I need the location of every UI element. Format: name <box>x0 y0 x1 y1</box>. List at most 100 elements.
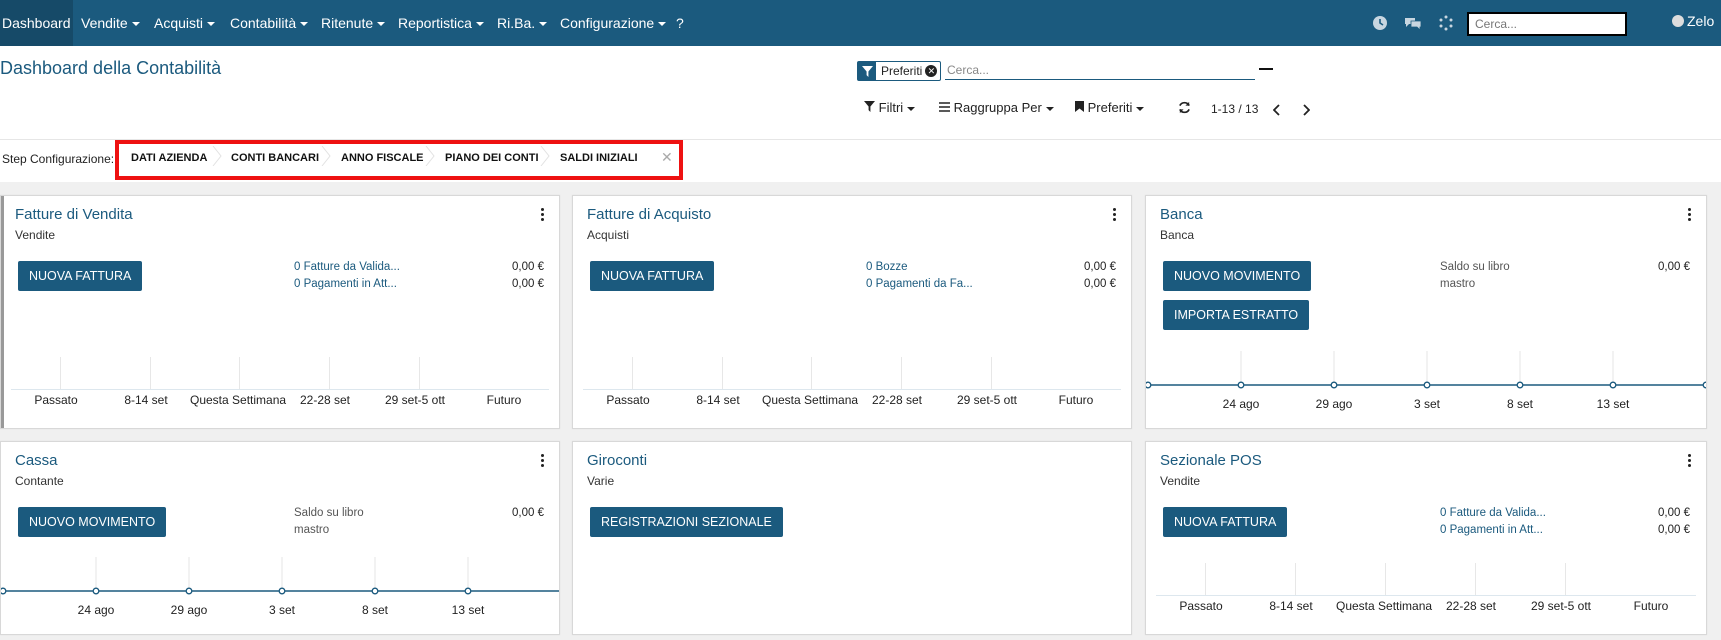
user-menu[interactable]: Zelo <box>1672 13 1714 29</box>
bar-chart: Passato 8-14 set Questa Settimana 22-28 set… <box>1156 563 1696 627</box>
bookmark-icon <box>1075 101 1084 112</box>
nav-help-label: ? <box>676 15 684 31</box>
bar-chart: Passato 8-14 set Questa Settimana 22-28 set… <box>583 357 1121 421</box>
filters-label: Filtri <box>878 100 904 115</box>
card-title[interactable]: Fatture di Vendita <box>15 206 133 223</box>
chart-tick-label: 29 ago <box>170 603 208 617</box>
config-steps-bar: Step Configurazione: DATI AZIENDA CONTI … <box>0 139 1721 183</box>
step-anno-fiscale[interactable]: ANNO FISCALE <box>341 152 424 164</box>
stat-link[interactable]: 0 Fatture da Valida... <box>294 261 400 273</box>
chart-gridline <box>329 357 330 389</box>
navbar-search-input[interactable]: Cerca... <box>1467 12 1627 36</box>
page-title: Dashboard della Contabilità <box>0 58 222 78</box>
step-dati-azienda[interactable]: DATI AZIENDA <box>131 152 207 164</box>
step-saldi-iniziali[interactable]: SALDI INIZIALI <box>560 152 638 164</box>
stat-link[interactable]: 0 Pagamenti in Att... <box>294 278 397 290</box>
new-move-button[interactable]: NUOVO MOVIMENTO <box>18 507 167 537</box>
stat-link[interactable]: 0 Pagamenti in Att... <box>1440 524 1543 536</box>
balance-label: mastro <box>1440 278 1476 290</box>
nav-help[interactable]: ? <box>676 0 684 46</box>
chevron-right-icon <box>321 146 331 166</box>
new-invoice-button[interactable]: NUOVA FATTURA <box>590 261 715 291</box>
chart-tick-label: 8 set <box>1506 397 1533 411</box>
chevron-down-icon <box>1045 106 1054 111</box>
search-facet[interactable]: Preferiti ✕ <box>857 61 942 81</box>
chart-tick-label: Questa Settimana <box>762 393 859 407</box>
journal-card-bank: Banca Banca NUOVO MOVIMENTO IMPORTA ESTR… <box>1145 195 1707 429</box>
chart-tick-label: Questa Settimana <box>190 393 287 407</box>
data-point <box>1330 381 1338 389</box>
line-chart-svg <box>1146 351 1706 389</box>
clock-icon[interactable] <box>1372 15 1388 31</box>
card-title[interactable]: Fatture di Acquisto <box>587 206 711 223</box>
stat-link[interactable]: 0 Fatture da Valida... <box>1440 507 1546 519</box>
chart-tick-label: 29 ago <box>1315 397 1353 411</box>
new-move-button[interactable]: NUOVO MOVIMENTO <box>1163 261 1312 291</box>
list-icon <box>939 102 950 112</box>
card-title[interactable]: Banca <box>1160 206 1203 223</box>
nav-contabilita[interactable]: Contabilità <box>230 0 309 46</box>
search-input[interactable]: Cerca... <box>945 62 1255 80</box>
kebab-menu-icon[interactable] <box>1113 208 1117 223</box>
chevron-down-icon <box>377 22 386 27</box>
chevron-right-icon <box>540 146 550 166</box>
refresh-icon[interactable] <box>1178 101 1191 117</box>
facet-remove-icon[interactable]: ✕ <box>925 65 938 77</box>
step-conti-bancari[interactable]: CONTI BANCARI <box>231 152 319 164</box>
new-invoice-button[interactable]: NUOVA FATTURA <box>1163 507 1288 537</box>
import-statement-button[interactable]: IMPORTA ESTRATTO <box>1163 300 1310 330</box>
chat-icon[interactable] <box>1404 15 1422 31</box>
journal-entries-button[interactable]: REGISTRAZIONI SEZIONALE <box>590 507 783 537</box>
new-invoice-button[interactable]: NUOVA FATTURA <box>18 261 143 291</box>
kebab-menu-icon[interactable] <box>1688 208 1692 223</box>
journal-card-sales: Fatture di Vendita Vendite NUOVA FATTURA… <box>0 195 560 429</box>
card-title[interactable]: Giroconti <box>587 452 647 469</box>
data-point <box>464 587 472 595</box>
favorites-button[interactable]: Preferiti <box>1075 100 1145 115</box>
card-title[interactable]: Sezionale POS <box>1160 452 1262 469</box>
stat-amount: 0,00 € <box>1084 261 1116 273</box>
nav-vendite[interactable]: Vendite <box>81 0 140 46</box>
nav-reportistica[interactable]: Reportistica <box>398 0 484 46</box>
stat-link[interactable]: 0 Pagamenti da Fa... <box>866 278 973 290</box>
balance-amount: 0,00 € <box>1658 261 1690 273</box>
line-chart: 24 ago 29 ago 3 set 8 set 13 set <box>1 557 559 632</box>
pager-previous-icon[interactable] <box>1272 103 1281 119</box>
collapse-icon[interactable] <box>1259 68 1273 70</box>
card-subtitle: Acquisti <box>587 228 630 242</box>
stat-amount: 0,00 € <box>1084 278 1116 290</box>
kebab-menu-icon[interactable] <box>541 454 545 469</box>
step-piano-dei-conti[interactable]: PIANO DEI CONTI <box>445 152 539 164</box>
kebab-menu-icon[interactable] <box>541 208 545 223</box>
kebab-menu-icon[interactable] <box>1688 454 1692 469</box>
chart-gridline <box>1295 563 1296 595</box>
chart-tick-label: Passato <box>606 393 650 407</box>
chart-tick-label: Futuro <box>1633 599 1669 613</box>
group-by-button[interactable]: Raggruppa Per <box>939 100 1054 115</box>
nav-ritenute[interactable]: Ritenute <box>321 0 386 46</box>
card-title[interactable]: Cassa <box>15 452 58 469</box>
chart-gridline <box>419 357 420 389</box>
nav-dashboard[interactable]: Dashboard <box>0 0 73 46</box>
nav-configurazione[interactable]: Configurazione <box>560 0 667 46</box>
nav-riba[interactable]: Ri.Ba. <box>497 0 548 46</box>
chart-gridline <box>1205 563 1206 595</box>
chart-tick-label: 29 set-5 ott <box>384 393 446 407</box>
chart-gridline <box>1385 563 1386 595</box>
pager-next-icon[interactable] <box>1302 103 1311 119</box>
stat-amount: 0,00 € <box>512 261 544 273</box>
close-icon[interactable]: ✕ <box>661 149 673 166</box>
facet-label: Preferiti <box>881 64 923 78</box>
nav-acquisti[interactable]: Acquisti <box>154 0 216 46</box>
top-navbar: Dashboard Vendite Acquisti Contabilità R… <box>0 0 1721 46</box>
stat-link[interactable]: 0 Bozze <box>866 261 908 273</box>
chevron-down-icon <box>131 22 140 27</box>
chart-tick-label: Futuro <box>486 393 522 407</box>
journal-card-cash: Cassa Contante NUOVO MOVIMENTO Saldo su … <box>0 441 560 635</box>
filters-button[interactable]: Filtri <box>864 100 916 115</box>
chevron-down-icon <box>475 22 484 27</box>
spinner-icon[interactable] <box>1438 15 1454 31</box>
nav-reportistica-label: Reportistica <box>398 15 472 31</box>
chevron-down-icon <box>539 22 548 27</box>
pager-value[interactable]: 1-13 / 13 <box>1211 102 1258 116</box>
